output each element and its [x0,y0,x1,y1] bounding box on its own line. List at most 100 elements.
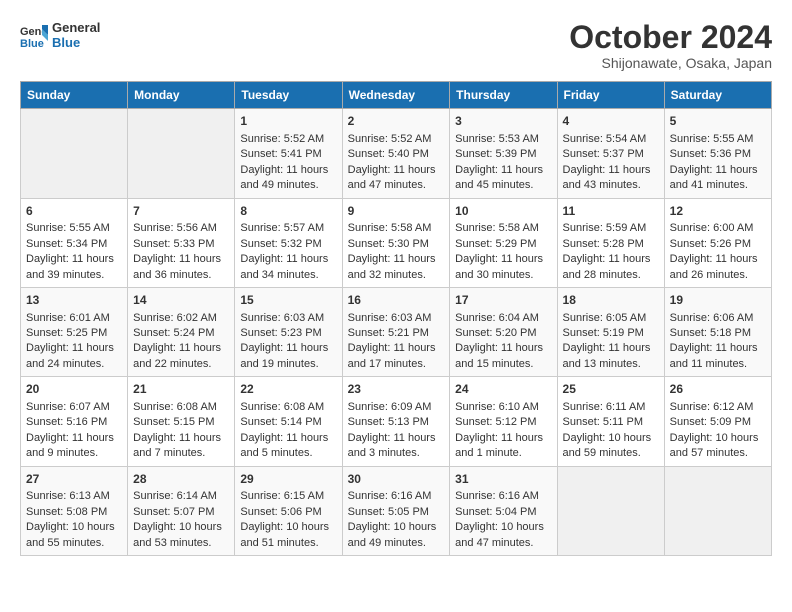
daylight-text: Daylight: 11 hours and 45 minutes. [455,163,551,194]
calendar-cell: 21Sunrise: 6:08 AMSunset: 5:15 PMDayligh… [128,377,235,466]
sunset-text: Sunset: 5:15 PM [133,415,229,430]
daylight-text: Daylight: 11 hours and 26 minutes. [670,252,766,283]
daylight-text: Daylight: 11 hours and 36 minutes. [133,252,229,283]
sunrise-text: Sunrise: 6:10 AM [455,400,551,415]
title-block: October 2024 Shijonawate, Osaka, Japan [569,20,772,71]
day-number: 21 [133,381,229,398]
day-number: 12 [670,203,766,220]
calendar-cell: 6Sunrise: 5:55 AMSunset: 5:34 PMDaylight… [21,198,128,287]
sunset-text: Sunset: 5:28 PM [563,237,659,252]
sunset-text: Sunset: 5:14 PM [240,415,336,430]
day-number: 9 [348,203,445,220]
daylight-text: Daylight: 11 hours and 34 minutes. [240,252,336,283]
calendar-cell: 15Sunrise: 6:03 AMSunset: 5:23 PMDayligh… [235,287,342,376]
logo: General Blue General Blue [20,20,100,50]
sunset-text: Sunset: 5:19 PM [563,326,659,341]
calendar-cell [21,109,128,198]
sunset-text: Sunset: 5:36 PM [670,147,766,162]
sunrise-text: Sunrise: 6:07 AM [26,400,122,415]
daylight-text: Daylight: 11 hours and 24 minutes. [26,341,122,372]
daylight-text: Daylight: 10 hours and 59 minutes. [563,431,659,462]
sunrise-text: Sunrise: 5:54 AM [563,132,659,147]
day-number: 25 [563,381,659,398]
sunset-text: Sunset: 5:25 PM [26,326,122,341]
sunrise-text: Sunrise: 5:52 AM [240,132,336,147]
daylight-text: Daylight: 11 hours and 9 minutes. [26,431,122,462]
month-title: October 2024 [569,20,772,55]
day-number: 3 [455,113,551,130]
calendar-week-row: 27Sunrise: 6:13 AMSunset: 5:08 PMDayligh… [21,466,772,555]
daylight-text: Daylight: 11 hours and 22 minutes. [133,341,229,372]
calendar-cell: 25Sunrise: 6:11 AMSunset: 5:11 PMDayligh… [557,377,664,466]
calendar-cell: 17Sunrise: 6:04 AMSunset: 5:20 PMDayligh… [450,287,557,376]
sunset-text: Sunset: 5:08 PM [26,505,122,520]
weekday-header: Friday [557,82,664,109]
day-number: 26 [670,381,766,398]
sunrise-text: Sunrise: 5:52 AM [348,132,445,147]
day-number: 2 [348,113,445,130]
daylight-text: Daylight: 11 hours and 3 minutes. [348,431,445,462]
calendar-cell: 10Sunrise: 5:58 AMSunset: 5:29 PMDayligh… [450,198,557,287]
sunrise-text: Sunrise: 6:12 AM [670,400,766,415]
day-number: 11 [563,203,659,220]
calendar-cell: 28Sunrise: 6:14 AMSunset: 5:07 PMDayligh… [128,466,235,555]
daylight-text: Daylight: 11 hours and 49 minutes. [240,163,336,194]
day-number: 15 [240,292,336,309]
sunset-text: Sunset: 5:29 PM [455,237,551,252]
day-number: 27 [26,471,122,488]
daylight-text: Daylight: 11 hours and 30 minutes. [455,252,551,283]
daylight-text: Daylight: 11 hours and 39 minutes. [26,252,122,283]
calendar-cell: 23Sunrise: 6:09 AMSunset: 5:13 PMDayligh… [342,377,450,466]
day-number: 8 [240,203,336,220]
sunset-text: Sunset: 5:26 PM [670,237,766,252]
calendar-cell: 3 Sunrise: 5:53 AMSunset: 5:39 PMDaylight… [450,109,557,198]
calendar-cell: 26Sunrise: 6:12 AMSunset: 5:09 PMDayligh… [664,377,771,466]
daylight-text: Daylight: 11 hours and 13 minutes. [563,341,659,372]
sunrise-text: Sunrise: 6:06 AM [670,311,766,326]
day-number: 14 [133,292,229,309]
day-number: 10 [455,203,551,220]
calendar-cell: 18Sunrise: 6:05 AMSunset: 5:19 PMDayligh… [557,287,664,376]
sunrise-text: Sunrise: 5:57 AM [240,221,336,236]
sunrise-text: Sunrise: 5:56 AM [133,221,229,236]
sunset-text: Sunset: 5:40 PM [348,147,445,162]
sunset-text: Sunset: 5:06 PM [240,505,336,520]
location-subtitle: Shijonawate, Osaka, Japan [569,55,772,71]
page-header: General Blue General Blue October 2024 S… [20,20,772,71]
day-number: 20 [26,381,122,398]
sunset-text: Sunset: 5:39 PM [455,147,551,162]
sunrise-text: Sunrise: 6:03 AM [240,311,336,326]
sunrise-text: Sunrise: 6:08 AM [240,400,336,415]
logo-line1: General [52,20,100,35]
calendar-cell: 8Sunrise: 5:57 AMSunset: 5:32 PMDaylight… [235,198,342,287]
calendar-cell: 31Sunrise: 6:16 AMSunset: 5:04 PMDayligh… [450,466,557,555]
day-number: 1 [240,113,336,130]
daylight-text: Daylight: 11 hours and 32 minutes. [348,252,445,283]
sunset-text: Sunset: 5:32 PM [240,237,336,252]
sunset-text: Sunset: 5:04 PM [455,505,551,520]
daylight-text: Daylight: 10 hours and 49 minutes. [348,520,445,551]
daylight-text: Daylight: 11 hours and 19 minutes. [240,341,336,372]
daylight-text: Daylight: 10 hours and 55 minutes. [26,520,122,551]
sunset-text: Sunset: 5:41 PM [240,147,336,162]
sunrise-text: Sunrise: 5:53 AM [455,132,551,147]
calendar-week-row: 1Sunrise: 5:52 AMSunset: 5:41 PMDaylight… [21,109,772,198]
header-row: SundayMondayTuesdayWednesdayThursdayFrid… [21,82,772,109]
sunset-text: Sunset: 5:07 PM [133,505,229,520]
sunset-text: Sunset: 5:05 PM [348,505,445,520]
weekday-header: Wednesday [342,82,450,109]
day-number: 5 [670,113,766,130]
sunrise-text: Sunrise: 5:58 AM [348,221,445,236]
sunset-text: Sunset: 5:18 PM [670,326,766,341]
sunrise-text: Sunrise: 6:16 AM [455,489,551,504]
sunset-text: Sunset: 5:33 PM [133,237,229,252]
sunrise-text: Sunrise: 6:16 AM [348,489,445,504]
sunrise-text: Sunrise: 5:59 AM [563,221,659,236]
calendar-cell [664,466,771,555]
day-number: 7 [133,203,229,220]
calendar-cell [557,466,664,555]
logo-icon: General Blue [20,21,48,49]
weekday-header: Monday [128,82,235,109]
calendar-cell: 13Sunrise: 6:01 AMSunset: 5:25 PMDayligh… [21,287,128,376]
sunset-text: Sunset: 5:21 PM [348,326,445,341]
